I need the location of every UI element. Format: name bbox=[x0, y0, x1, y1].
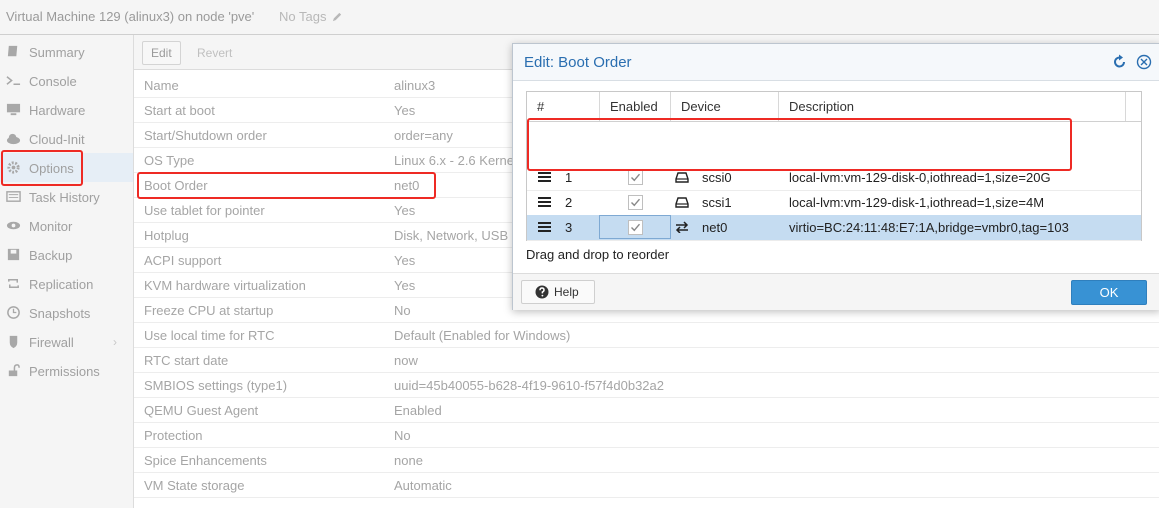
option-key: VM State storage bbox=[144, 478, 245, 493]
option-key: SMBIOS settings (type1) bbox=[144, 378, 288, 393]
option-value: Enabled bbox=[394, 403, 442, 418]
column-header-enabled[interactable]: Enabled bbox=[610, 99, 658, 114]
option-key: Start/Shutdown order bbox=[144, 128, 267, 143]
exchange-icon bbox=[675, 221, 689, 233]
edit-button[interactable]: Edit bbox=[142, 41, 181, 65]
help-button[interactable]: Help bbox=[521, 280, 595, 304]
sidebar-item-summary[interactable]: Summary bbox=[0, 37, 133, 66]
option-value: Disk, Network, USB bbox=[394, 228, 509, 243]
highlight-disk-rows bbox=[527, 118, 1072, 171]
boot-order-dialog: Edit: Boot Order # Enabled Device Descri… bbox=[512, 43, 1159, 310]
enabled-checkbox[interactable] bbox=[628, 195, 643, 210]
question-circle-icon bbox=[535, 285, 549, 299]
sidebar-item-task-history[interactable]: Task History bbox=[0, 182, 133, 211]
sidebar-item-permissions[interactable]: Permissions bbox=[0, 356, 133, 385]
hdd-icon bbox=[675, 172, 689, 183]
reorder-hint: Drag and drop to reorder bbox=[526, 247, 670, 262]
column-header-description[interactable]: Description bbox=[789, 99, 854, 114]
enabled-checkbox[interactable] bbox=[628, 170, 643, 185]
page-title: Virtual Machine 129 (alinux3) on node 'p… bbox=[6, 9, 255, 24]
option-value: order=any bbox=[394, 128, 453, 143]
option-row[interactable]: Spice Enhancements none bbox=[134, 447, 1159, 473]
sidebar-item-backup[interactable]: Backup bbox=[0, 240, 133, 269]
retweet-icon bbox=[8, 279, 19, 288]
option-value: Default (Enabled for Windows) bbox=[394, 328, 571, 343]
option-value: Yes bbox=[394, 253, 416, 268]
option-key: Freeze CPU at startup bbox=[144, 303, 274, 318]
highlight-options bbox=[1, 150, 83, 186]
option-value: No bbox=[394, 303, 411, 318]
history-icon bbox=[7, 306, 20, 319]
floppy-icon bbox=[7, 248, 20, 261]
sidebar-item-monitor[interactable]: Monitor bbox=[0, 211, 133, 240]
option-value: now bbox=[394, 353, 418, 368]
option-value: none bbox=[394, 453, 423, 468]
option-row[interactable]: RTC start date now bbox=[134, 347, 1159, 373]
cloud-icon bbox=[6, 133, 21, 145]
option-row[interactable]: VM State storage Automatic bbox=[134, 472, 1159, 498]
sidebar-item-hardware[interactable]: Hardware bbox=[0, 95, 133, 124]
option-key: Hotplug bbox=[144, 228, 189, 243]
dialog-title: Edit: Boot Order bbox=[524, 54, 632, 71]
option-value: Linux 6.x - 2.6 Kernel bbox=[394, 153, 517, 168]
close-icon[interactable] bbox=[1136, 54, 1152, 70]
option-value: Yes bbox=[394, 203, 416, 218]
eye-icon bbox=[6, 221, 21, 230]
option-value: alinux3 bbox=[394, 78, 436, 93]
ok-button[interactable]: OK bbox=[1071, 280, 1147, 305]
option-key: RTC start date bbox=[144, 353, 229, 368]
enabled-checkbox[interactable] bbox=[628, 220, 643, 235]
boot-row[interactable]: 2 scsi1 local-lvm:vm-129-disk-1,iothread… bbox=[527, 190, 1141, 216]
option-value: Yes bbox=[394, 103, 416, 118]
option-key: KVM hardware virtualization bbox=[144, 278, 306, 293]
tags-label: No Tags bbox=[279, 9, 327, 24]
column-header-num[interactable]: # bbox=[537, 99, 544, 114]
option-key: OS Type bbox=[144, 153, 195, 168]
option-row[interactable]: Protection No bbox=[134, 422, 1159, 448]
option-key: Name bbox=[144, 78, 179, 93]
dialog-header: Edit: Boot Order bbox=[513, 44, 1159, 81]
shield-icon bbox=[9, 335, 18, 349]
option-key: Protection bbox=[144, 428, 203, 443]
column-header-device[interactable]: Device bbox=[681, 99, 721, 114]
highlight-boot-order bbox=[137, 172, 436, 199]
sidebar-item-replication[interactable]: Replication bbox=[0, 269, 133, 298]
tags-editor[interactable]: No Tags bbox=[279, 9, 343, 24]
book-icon bbox=[7, 45, 18, 57]
terminal-icon bbox=[6, 76, 21, 85]
hdd-icon bbox=[675, 197, 689, 208]
sidebar-item-cloud-init[interactable]: Cloud-Init bbox=[0, 124, 133, 153]
monitor-icon bbox=[6, 103, 21, 116]
pencil-icon[interactable] bbox=[332, 11, 343, 22]
drag-handle-icon[interactable] bbox=[538, 222, 551, 232]
option-key: Use tablet for pointer bbox=[144, 203, 265, 218]
page-header: Virtual Machine 129 (alinux3) on node 'p… bbox=[0, 0, 1159, 35]
option-key: Use local time for RTC bbox=[144, 328, 275, 343]
option-value: uuid=45b40055-b628-4f19-9610-f57f4d0b32a… bbox=[394, 378, 664, 393]
list-icon bbox=[6, 191, 21, 202]
option-value: Automatic bbox=[394, 478, 452, 493]
option-key: ACPI support bbox=[144, 253, 222, 268]
option-row[interactable]: QEMU Guest Agent Enabled bbox=[134, 397, 1159, 423]
option-value: No bbox=[394, 428, 411, 443]
sidebar-item-console[interactable]: Console bbox=[0, 66, 133, 95]
option-row[interactable]: SMBIOS settings (type1) uuid=45b40055-b62… bbox=[134, 372, 1159, 398]
option-row[interactable]: Use local time for RTC Default (Enabled f… bbox=[134, 322, 1159, 348]
unlock-icon bbox=[8, 364, 20, 377]
chevron-right-icon[interactable]: › bbox=[113, 335, 117, 349]
sidebar-item-firewall[interactable]: Firewall › bbox=[0, 327, 133, 356]
option-key: Start at boot bbox=[144, 103, 215, 118]
option-value: Yes bbox=[394, 278, 416, 293]
sidebar-item-snapshots[interactable]: Snapshots bbox=[0, 298, 133, 327]
dialog-footer: Help OK bbox=[513, 273, 1159, 310]
option-key: QEMU Guest Agent bbox=[144, 403, 259, 418]
reset-icon[interactable] bbox=[1112, 54, 1128, 70]
drag-handle-icon[interactable] bbox=[538, 197, 551, 207]
revert-button[interactable]: Revert bbox=[188, 41, 241, 65]
sidebar: Summary Console Hardware Cloud-Init Opti… bbox=[0, 35, 134, 508]
boot-row-selected[interactable]: 3 net0 virtio=BC:24:11:48:E7:1A,bridge=v… bbox=[527, 215, 1141, 241]
drag-handle-icon[interactable] bbox=[538, 172, 551, 182]
option-key: Spice Enhancements bbox=[144, 453, 267, 468]
